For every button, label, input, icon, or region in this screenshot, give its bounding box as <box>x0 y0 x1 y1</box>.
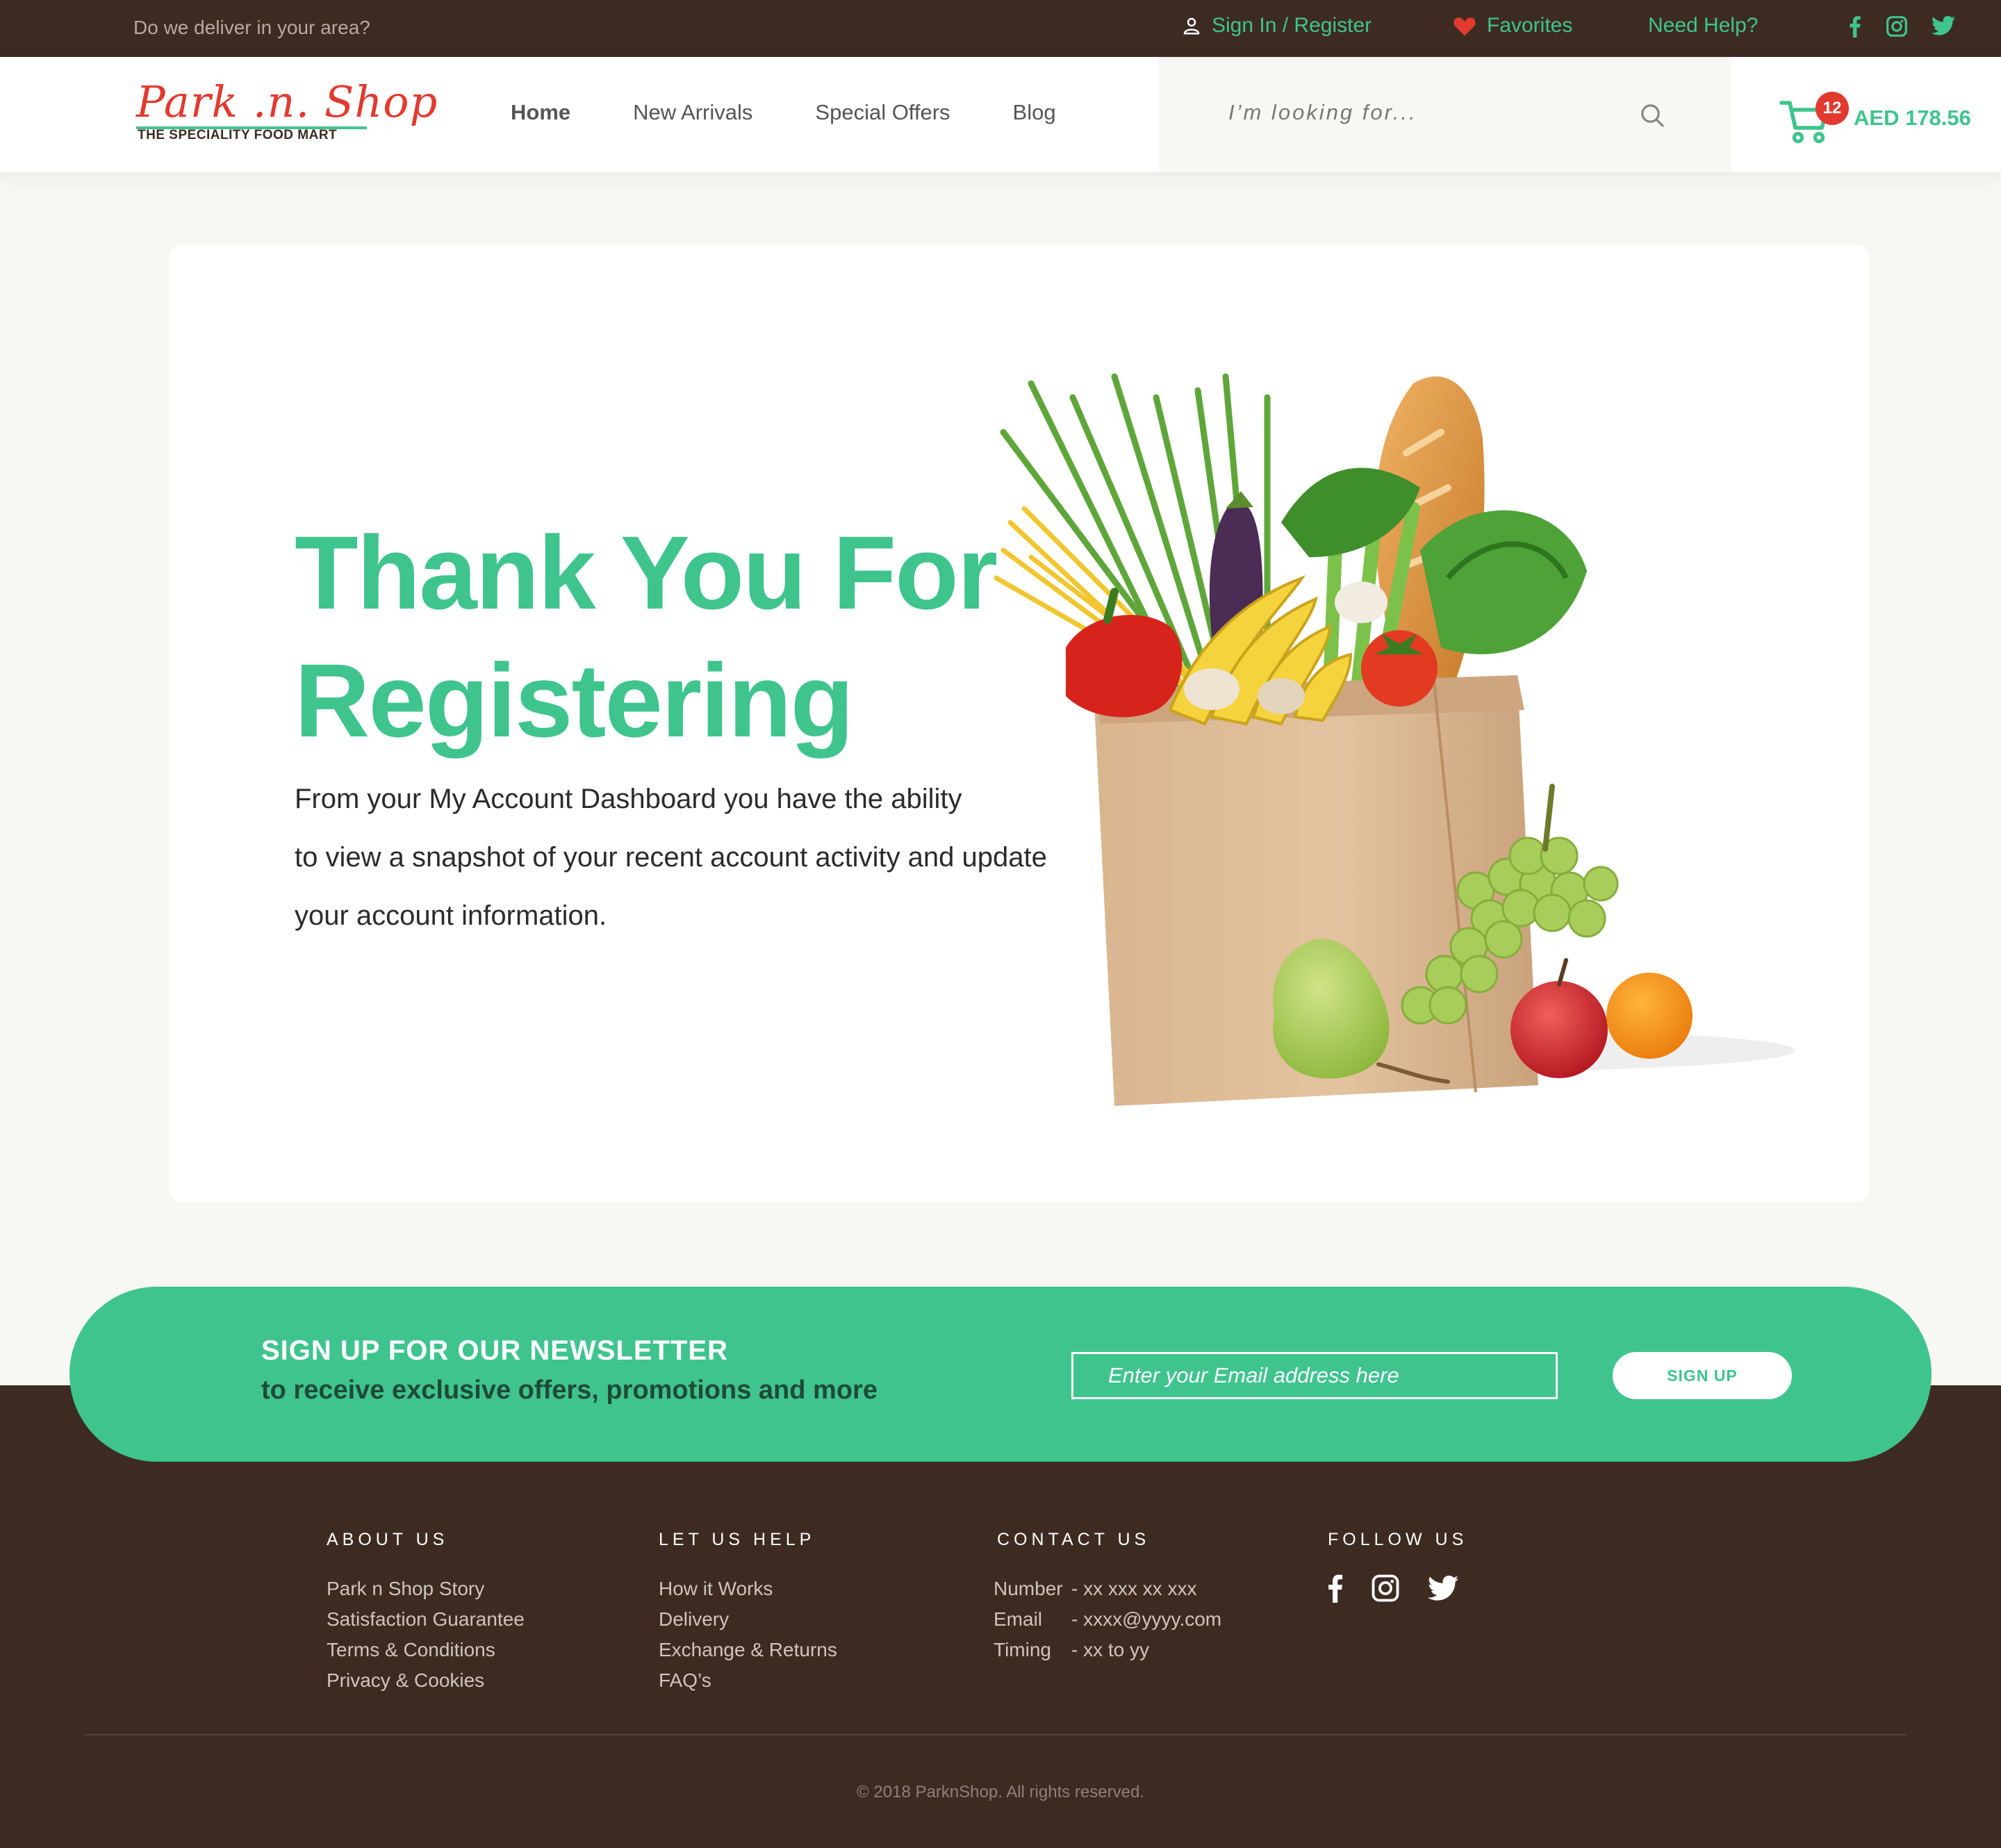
footer-social-icons <box>1328 1574 1467 1603</box>
contact-number-value: - xx xxx xx xxx <box>1071 1578 1197 1599</box>
nav-new-arrivals[interactable]: New Arrivals <box>633 100 752 125</box>
footer-link-terms[interactable]: Terms & Conditions <box>327 1635 525 1665</box>
grocery-bag-illustration <box>994 373 1795 1106</box>
park-n-shop-logo[interactable]: Park .n. Shop THE SPECIALITY FOOD MART <box>136 76 437 150</box>
footer-help: LET US HELP How it Works Delivery Exchan… <box>659 1530 837 1696</box>
user-icon <box>1183 17 1200 35</box>
footer-link-delivery[interactable]: Delivery <box>659 1604 837 1635</box>
thank-you-card: Thank You For Registering From your My A… <box>170 245 1869 1202</box>
search-icon[interactable] <box>1638 101 1666 129</box>
nav-special-offers[interactable]: Special Offers <box>815 100 950 125</box>
logo-script: Park .n. Shop <box>136 76 438 127</box>
need-help-link[interactable]: Need Help? <box>1648 14 1758 38</box>
cart-button[interactable]: 12 AED 178.56 <box>1779 88 1987 150</box>
contact-email-row: Email - xxxx@yyyy.com <box>994 1604 1221 1635</box>
instagram-icon[interactable] <box>1886 15 1908 38</box>
footer-help-heading: LET US HELP <box>659 1530 816 1549</box>
title-line-2: Registering <box>295 642 854 759</box>
footer-link-faqs[interactable]: FAQ’s <box>659 1665 837 1696</box>
main-header: Park .n. Shop THE SPECIALITY FOOD MART H… <box>0 57 2001 172</box>
contact-number-row: Number - xx xxx xx xxx <box>994 1574 1221 1604</box>
cart-total: AED 178.56 <box>1854 106 1971 130</box>
footer-link-how-it-works[interactable]: How it Works <box>659 1574 837 1604</box>
instagram-icon[interactable] <box>1371 1574 1400 1603</box>
heart-icon <box>1454 17 1476 36</box>
facebook-icon[interactable] <box>1848 15 1862 38</box>
footer-about-heading: ABOUT US <box>327 1530 449 1549</box>
contact-timing-row: Timing - xx to yy <box>994 1635 1221 1665</box>
deliver-area-link[interactable]: Do we deliver in your area? <box>133 17 370 39</box>
footer-contact: CONTACT US Number - xx xxx xx xxx Email - … <box>994 1530 1221 1665</box>
intro-line-2: to view a snapshot of your recent accoun… <box>295 842 1047 873</box>
twitter-icon[interactable] <box>1932 15 1955 36</box>
cart-count-badge: 12 <box>1815 92 1849 125</box>
title-line-1: Thank You For <box>295 514 998 631</box>
copyright: © 2018 ParknShop. All rights reserved. <box>857 1783 1144 1801</box>
logo-tagline: THE SPECIALITY FOOD MART <box>138 128 338 142</box>
footer-contact-heading: CONTACT US <box>997 1530 1151 1549</box>
footer-link-privacy[interactable]: Privacy & Cookies <box>327 1665 525 1696</box>
top-bar: Do we deliver in your area? Sign In / Re… <box>0 0 2001 57</box>
facebook-icon[interactable] <box>1328 1574 1343 1603</box>
contact-email-value[interactable]: - xxxx@yyyy.com <box>1071 1608 1221 1630</box>
favorites-label: Favorites <box>1487 14 1573 37</box>
nav-blog[interactable]: Blog <box>1013 100 1056 125</box>
newsletter-signup-button[interactable]: SIGN UP <box>1613 1352 1792 1399</box>
intro-line-1: From your My Account Dashboard you have … <box>295 784 962 814</box>
contact-number-label: Number <box>994 1578 1063 1599</box>
sign-in-label: Sign In / Register <box>1212 14 1372 37</box>
newsletter-title: SIGN UP FOR OUR NEWSLETTER <box>261 1335 728 1366</box>
footer-divider <box>85 1734 1907 1735</box>
newsletter-subtitle: to receive exclusive offers, promotions … <box>261 1376 878 1405</box>
search-input[interactable]: I’m looking for... <box>1228 100 1417 125</box>
sign-in-register-link[interactable]: Sign In / Register <box>1181 14 1372 38</box>
newsletter-email-input[interactable] <box>1071 1352 1558 1399</box>
nav-home[interactable]: Home <box>511 100 570 125</box>
footer-link-exchange-returns[interactable]: Exchange & Returns <box>659 1635 837 1665</box>
contact-email-label: Email <box>994 1608 1043 1630</box>
footer-follow-heading: FOLLOW US <box>1328 1530 1468 1549</box>
search-box[interactable]: I’m looking for... <box>1159 57 1731 172</box>
main-nav: Home New Arrivals Special Offers Blog <box>511 100 1119 125</box>
favorites-link[interactable]: Favorites <box>1452 14 1572 38</box>
topbar-social <box>1848 15 1955 38</box>
newsletter-banner: SIGN UP FOR OUR NEWSLETTER to receive ex… <box>69 1287 1932 1462</box>
footer-follow: FOLLOW US <box>1328 1530 1467 1603</box>
contact-timing-value: - xx to yy <box>1071 1639 1150 1660</box>
footer-link-story[interactable]: Park n Shop Story <box>327 1574 525 1604</box>
intro-line-3: your account information. <box>295 900 607 931</box>
footer-about: ABOUT US Park n Shop Story Satisfaction … <box>327 1530 525 1696</box>
contact-timing-label: Timing <box>994 1639 1051 1660</box>
intro-text: From your My Account Dashboard you have … <box>295 770 1080 945</box>
page-title: Thank You For Registering <box>295 509 1059 764</box>
footer-link-guarantee[interactable]: Satisfaction Guarantee <box>327 1604 525 1635</box>
twitter-icon[interactable] <box>1428 1575 1458 1601</box>
